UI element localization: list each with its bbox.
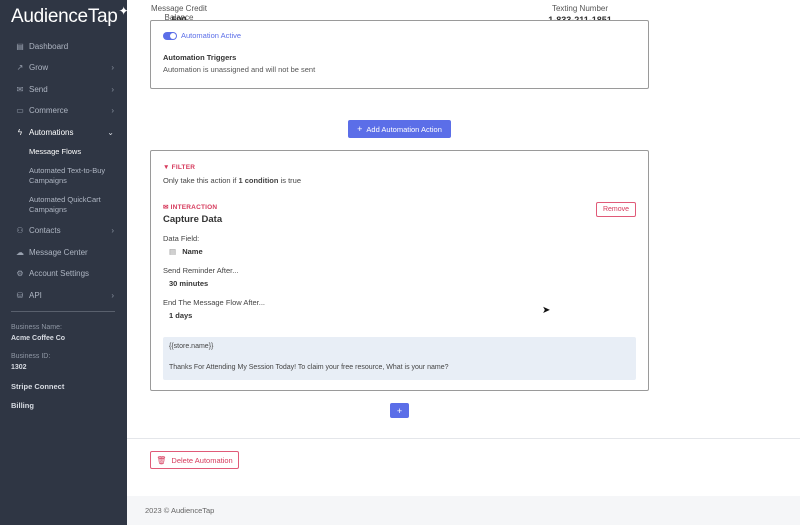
grow-icon: ↗ bbox=[16, 62, 24, 72]
filter-condition[interactable]: 1 condition bbox=[238, 176, 278, 185]
automation-active-toggle[interactable] bbox=[163, 32, 177, 40]
business-name-value: Acme Coffee Co bbox=[11, 335, 66, 342]
filter-label: ▼ FILTER bbox=[163, 164, 195, 171]
trash-icon: 🗑 bbox=[156, 455, 167, 465]
reminder-label: Send Reminder After... bbox=[163, 266, 239, 275]
section-divider bbox=[127, 438, 800, 439]
footer-bar: 2023 © AudienceTap bbox=[127, 496, 800, 525]
main-content: Automation Active Automation Triggers Au… bbox=[127, 20, 800, 525]
automation-active-label: Automation Active bbox=[181, 31, 242, 40]
business-id-value: 1302 bbox=[11, 364, 27, 371]
send-icon: ✉ bbox=[16, 84, 24, 94]
sidebar-item-label: Account Settings bbox=[29, 268, 90, 278]
automation-triggers-title: Automation Triggers bbox=[163, 53, 237, 62]
dashboard-icon: ▤ bbox=[16, 41, 24, 51]
delete-automation-button[interactable]: 🗑 Delete Automation bbox=[150, 451, 239, 469]
chevron-down-icon: ⌄ bbox=[107, 127, 114, 137]
delete-automation-label: Delete Automation bbox=[171, 455, 233, 465]
filter-prefix: Only take this action if bbox=[163, 176, 237, 185]
sidebar-item-label: Message Center bbox=[29, 247, 88, 257]
chevron-right-icon: › bbox=[111, 62, 114, 72]
sidebar-item-label: Contacts bbox=[29, 225, 61, 235]
filter-suffix: is true bbox=[280, 176, 301, 185]
contacts-icon: ⚇ bbox=[16, 225, 24, 235]
stripe-connect-link[interactable]: Stripe Connect bbox=[11, 382, 64, 391]
filter-description: Only take this action if 1 condition is … bbox=[163, 176, 301, 185]
end-flow-label: End The Message Flow After... bbox=[163, 298, 265, 307]
sidebar-subitem-text-to-buy[interactable]: Automated Text-to-Buy Campaigns bbox=[29, 166, 119, 186]
data-field-value: ▤ Name bbox=[169, 247, 203, 256]
automation-action-card: ▼ FILTER Only take this action if 1 cond… bbox=[150, 150, 649, 391]
sidebar-subitem-quickcart[interactable]: Automated QuickCart Campaigns bbox=[29, 195, 119, 215]
billing-link[interactable]: Billing bbox=[11, 401, 34, 410]
sidebar-divider bbox=[11, 311, 115, 312]
end-flow-value: 1 days bbox=[169, 311, 193, 320]
business-name-label: Business Name: bbox=[11, 324, 62, 331]
sidebar-item-message-center[interactable]: ☁ Message Center bbox=[0, 243, 127, 261]
sidebar-item-label: Dashboard bbox=[29, 41, 69, 51]
interaction-label-text: INTERACTION bbox=[170, 204, 218, 211]
add-automation-action-button[interactable]: + Add Automation Action bbox=[348, 120, 451, 138]
sidebar-item-commerce[interactable]: ▭ Commerce › bbox=[0, 101, 127, 119]
action-title: Capture Data bbox=[163, 214, 223, 225]
sidebar: AudienceTap✦ ▤ Dashboard ↗ Grow › ✉ Send… bbox=[0, 0, 129, 525]
sidebar-item-account-settings[interactable]: ⚙ Account Settings bbox=[0, 264, 127, 282]
add-step-button[interactable]: + bbox=[390, 403, 409, 418]
sidebar-subitem-message-flows[interactable]: Message Flows bbox=[29, 147, 119, 157]
mouse-cursor-icon: ➤ bbox=[542, 305, 551, 316]
account-settings-icon: ⚙ bbox=[16, 268, 24, 278]
chevron-right-icon: › bbox=[111, 84, 114, 94]
footer-copyright: 2023 © AudienceTap bbox=[145, 506, 215, 515]
sidebar-item-label: Automations bbox=[29, 127, 74, 137]
filter-label-text: FILTER bbox=[171, 164, 196, 171]
plus-icon: + bbox=[357, 124, 363, 134]
chevron-right-icon: › bbox=[111, 225, 114, 235]
chevron-right-icon: › bbox=[111, 290, 114, 300]
commerce-icon: ▭ bbox=[16, 105, 24, 115]
reminder-value: 30 minutes bbox=[169, 279, 209, 288]
remove-button[interactable]: Remove bbox=[596, 202, 636, 217]
sidebar-item-dashboard[interactable]: ▤ Dashboard bbox=[0, 37, 127, 55]
message-line-body: Thanks For Attending My Session Today! T… bbox=[169, 364, 449, 371]
interaction-label: ✉ INTERACTION bbox=[163, 203, 217, 211]
sidebar-item-contacts[interactable]: ⚇ Contacts › bbox=[0, 221, 127, 239]
filter-icon: ▼ bbox=[163, 164, 170, 171]
sidebar-item-label: Send bbox=[29, 84, 48, 94]
field-icon: ▤ bbox=[169, 247, 177, 256]
chevron-right-icon: › bbox=[111, 105, 114, 115]
brand-logo[interactable]: AudienceTap✦ bbox=[11, 4, 129, 28]
message-line-store: {{store.name}} bbox=[169, 343, 214, 350]
automation-triggers-text: Automation is unassigned and will not be… bbox=[163, 65, 316, 74]
data-field-value-text: Name bbox=[182, 247, 203, 256]
message-center-icon: ☁ bbox=[16, 247, 24, 257]
sidebar-item-automations[interactable]: ϟ Automations ⌄ bbox=[0, 123, 127, 141]
business-id-label: Business ID: bbox=[11, 353, 51, 360]
sidebar-item-label: Commerce bbox=[29, 105, 69, 115]
automations-icon: ϟ bbox=[17, 127, 23, 137]
api-icon: ⛁ bbox=[16, 290, 24, 300]
sidebar-item-api[interactable]: ⛁ API › bbox=[0, 286, 127, 304]
sidebar-item-grow[interactable]: ↗ Grow › bbox=[0, 58, 127, 76]
automation-settings-card: Automation Active Automation Triggers Au… bbox=[150, 20, 649, 89]
sidebar-item-label: API bbox=[29, 290, 42, 300]
chat-icon: ✉ bbox=[163, 204, 169, 211]
sidebar-item-label: Grow bbox=[29, 62, 49, 72]
texting-number-label: Texting Number bbox=[551, 4, 609, 13]
data-field-label: Data Field: bbox=[163, 234, 200, 243]
sidebar-item-send[interactable]: ✉ Send › bbox=[0, 80, 127, 98]
message-preview: {{store.name}} Thanks For Attending My S… bbox=[163, 337, 636, 380]
add-automation-action-label: Add Automation Action bbox=[366, 124, 442, 134]
